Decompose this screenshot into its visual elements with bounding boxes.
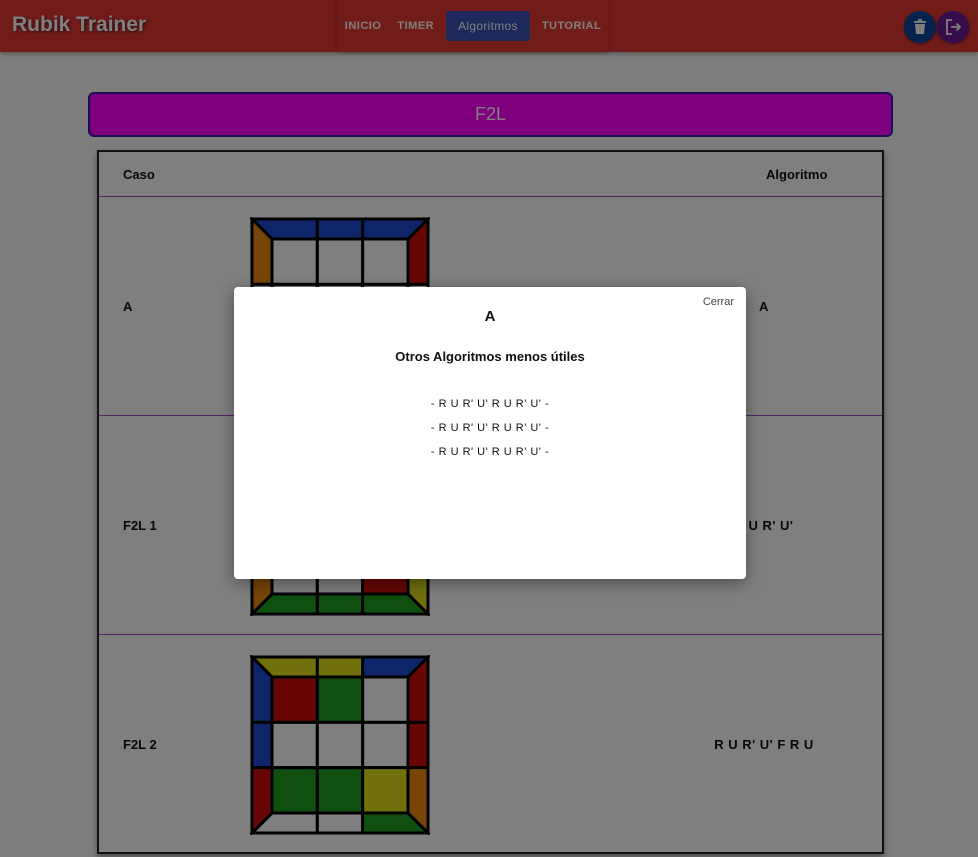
close-button[interactable]: Cerrar	[703, 296, 734, 308]
alternative-algorithms-list: - R U R' U' R U R' U' - - R U R' U' R U …	[234, 397, 746, 469]
modal-subtitle: Otros Algoritmos menos útiles	[395, 349, 585, 364]
alternative-algorithm: - R U R' U' R U R' U' -	[430, 398, 550, 410]
alternative-algorithm: - R U R' U' R U R' U' -	[430, 422, 550, 434]
algorithm-modal: Cerrar A Otros Algoritmos menos útiles -…	[234, 287, 746, 579]
alternative-algorithm: - R U R' U' R U R' U' -	[430, 446, 550, 458]
modal-title: A	[484, 308, 496, 325]
